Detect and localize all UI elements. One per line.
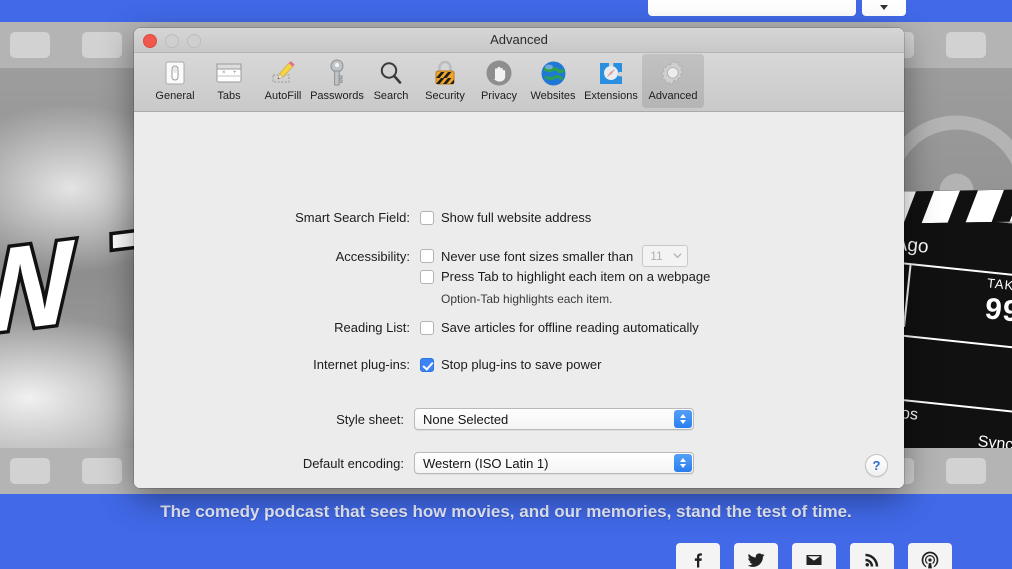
label-smart-search: Smart Search Field: bbox=[295, 210, 410, 225]
label-internet-plugins: Internet plug-ins: bbox=[313, 357, 410, 372]
clapperboard-take: TAKE 99 bbox=[983, 275, 1012, 330]
facebook-icon[interactable] bbox=[676, 543, 720, 569]
popup-arrows-icon bbox=[674, 410, 692, 428]
checkbox-stop-plugins[interactable] bbox=[420, 357, 434, 372]
podcast-icon[interactable] bbox=[908, 543, 952, 569]
toolbar-item-security[interactable]: Security bbox=[418, 54, 472, 108]
toolbar-item-advanced[interactable]: Advanced bbox=[642, 54, 704, 108]
rss-icon[interactable] bbox=[850, 543, 894, 569]
toolbar-label-passwords: Passwords bbox=[310, 90, 364, 102]
toolbar-item-websites[interactable]: Websites bbox=[526, 54, 580, 108]
row-style-sheet: Style sheet: None Selected bbox=[134, 408, 694, 430]
toolbar-item-passwords[interactable]: Passwords bbox=[310, 54, 364, 108]
help-button[interactable]: ? bbox=[865, 454, 888, 477]
row-default-encoding: Default encoding: Western (ISO Latin 1) bbox=[134, 452, 694, 474]
toolbar-item-general[interactable]: General bbox=[148, 54, 202, 108]
email-icon[interactable] bbox=[792, 543, 836, 569]
toolbar-item-search[interactable]: Search bbox=[364, 54, 418, 108]
label-reading-list: Reading List: bbox=[334, 320, 410, 335]
security-icon bbox=[429, 57, 461, 89]
preferences-body: Smart Search Field: Show full website ad… bbox=[134, 112, 904, 488]
toolbar-item-privacy[interactable]: Privacy bbox=[472, 54, 526, 108]
row-internet-plugins: Internet plug-ins: Stop plug-ins to save… bbox=[134, 357, 601, 372]
general-icon bbox=[159, 57, 191, 89]
toolbar-item-autofill[interactable]: AutoFill bbox=[256, 54, 310, 108]
toolbar-label-extensions: Extensions bbox=[584, 90, 638, 102]
label-accessibility: Accessibility: bbox=[335, 248, 410, 264]
take-number: 99 bbox=[983, 292, 1012, 329]
take-label: TAKE bbox=[986, 275, 1012, 295]
twitter-icon[interactable] bbox=[734, 543, 778, 569]
checkbox-tab-highlight[interactable] bbox=[420, 269, 434, 284]
row-accessibility-hint: Option-Tab highlights each item. bbox=[134, 292, 612, 306]
toolbar-label-security: Security bbox=[425, 90, 465, 102]
label-min-font-size: Never use font sizes smaller than bbox=[441, 248, 634, 264]
popup-arrows-icon bbox=[674, 454, 692, 472]
toolbar-label-privacy: Privacy bbox=[480, 90, 518, 102]
style-sheet-value: None Selected bbox=[423, 411, 509, 427]
window-titlebar[interactable]: Advanced bbox=[134, 28, 904, 53]
checkbox-min-font-size[interactable] bbox=[420, 249, 434, 263]
autofill-icon bbox=[267, 57, 299, 89]
label-default-encoding: Default encoding: bbox=[302, 455, 404, 471]
label-style-sheet: Style sheet: bbox=[336, 411, 404, 427]
row-smart-search: Smart Search Field: Show full website ad… bbox=[134, 210, 644, 225]
default-encoding-value: Western (ISO Latin 1) bbox=[423, 455, 549, 471]
row-accessibility-font: Accessibility: Never use font sizes smal… bbox=[134, 245, 689, 267]
preferences-window: Advanced General × + Tabs AutoFill Passw… bbox=[134, 28, 904, 488]
hint-option-tab: Option-Tab highlights each item. bbox=[441, 292, 613, 306]
advanced-icon bbox=[657, 57, 689, 89]
search-icon bbox=[375, 57, 407, 89]
extensions-icon bbox=[595, 57, 627, 89]
chevron-down-icon bbox=[673, 253, 682, 259]
site-top-bar bbox=[0, 0, 1012, 22]
checkbox-save-offline[interactable] bbox=[420, 320, 434, 335]
toolbar-label-autofill: AutoFill bbox=[264, 90, 302, 102]
site-tagline: The comedy podcast that sees how movies,… bbox=[160, 502, 852, 521]
passwords-icon bbox=[321, 57, 353, 89]
toolbar-label-websites: Websites bbox=[530, 90, 576, 102]
tabs-icon: × + bbox=[213, 57, 245, 89]
label-stop-plugins: Stop plug-ins to save power bbox=[441, 357, 602, 372]
toolbar-label-advanced: Advanced bbox=[648, 90, 698, 102]
site-search-button[interactable] bbox=[862, 0, 906, 16]
toolbar-label-general: General bbox=[155, 90, 195, 102]
toolbar-label-tabs: Tabs bbox=[217, 90, 241, 102]
style-sheet-popup[interactable]: None Selected bbox=[414, 408, 694, 430]
checkbox-show-full-address[interactable] bbox=[420, 210, 434, 225]
row-reading-list: Reading List: Save articles for offline … bbox=[134, 320, 699, 335]
row-accessibility-tab: Press Tab to highlight each item on a we… bbox=[134, 269, 710, 284]
toolbar-label-search: Search bbox=[373, 90, 409, 102]
min-font-size-stepper[interactable]: 11 bbox=[642, 245, 689, 267]
preferences-toolbar: General × + Tabs AutoFill Passwords Sear… bbox=[134, 53, 904, 112]
toolbar-item-tabs[interactable]: × + Tabs bbox=[202, 54, 256, 108]
toolbar-item-extensions[interactable]: Extensions bbox=[580, 54, 642, 108]
label-save-offline: Save articles for offline reading automa… bbox=[441, 320, 699, 335]
site-search-input[interactable] bbox=[648, 0, 856, 16]
default-encoding-popup[interactable]: Western (ISO Latin 1) bbox=[414, 452, 694, 474]
label-tab-highlight: Press Tab to highlight each item on a we… bbox=[441, 269, 711, 284]
privacy-icon bbox=[483, 57, 515, 89]
svg-text:×: × bbox=[222, 70, 226, 76]
window-title: Advanced bbox=[490, 32, 548, 47]
social-links bbox=[676, 543, 952, 569]
websites-icon bbox=[537, 57, 569, 89]
svg-text:+: + bbox=[233, 70, 237, 76]
label-show-full-address: Show full website address bbox=[441, 210, 592, 225]
min-font-size-value: 11 bbox=[650, 249, 663, 263]
